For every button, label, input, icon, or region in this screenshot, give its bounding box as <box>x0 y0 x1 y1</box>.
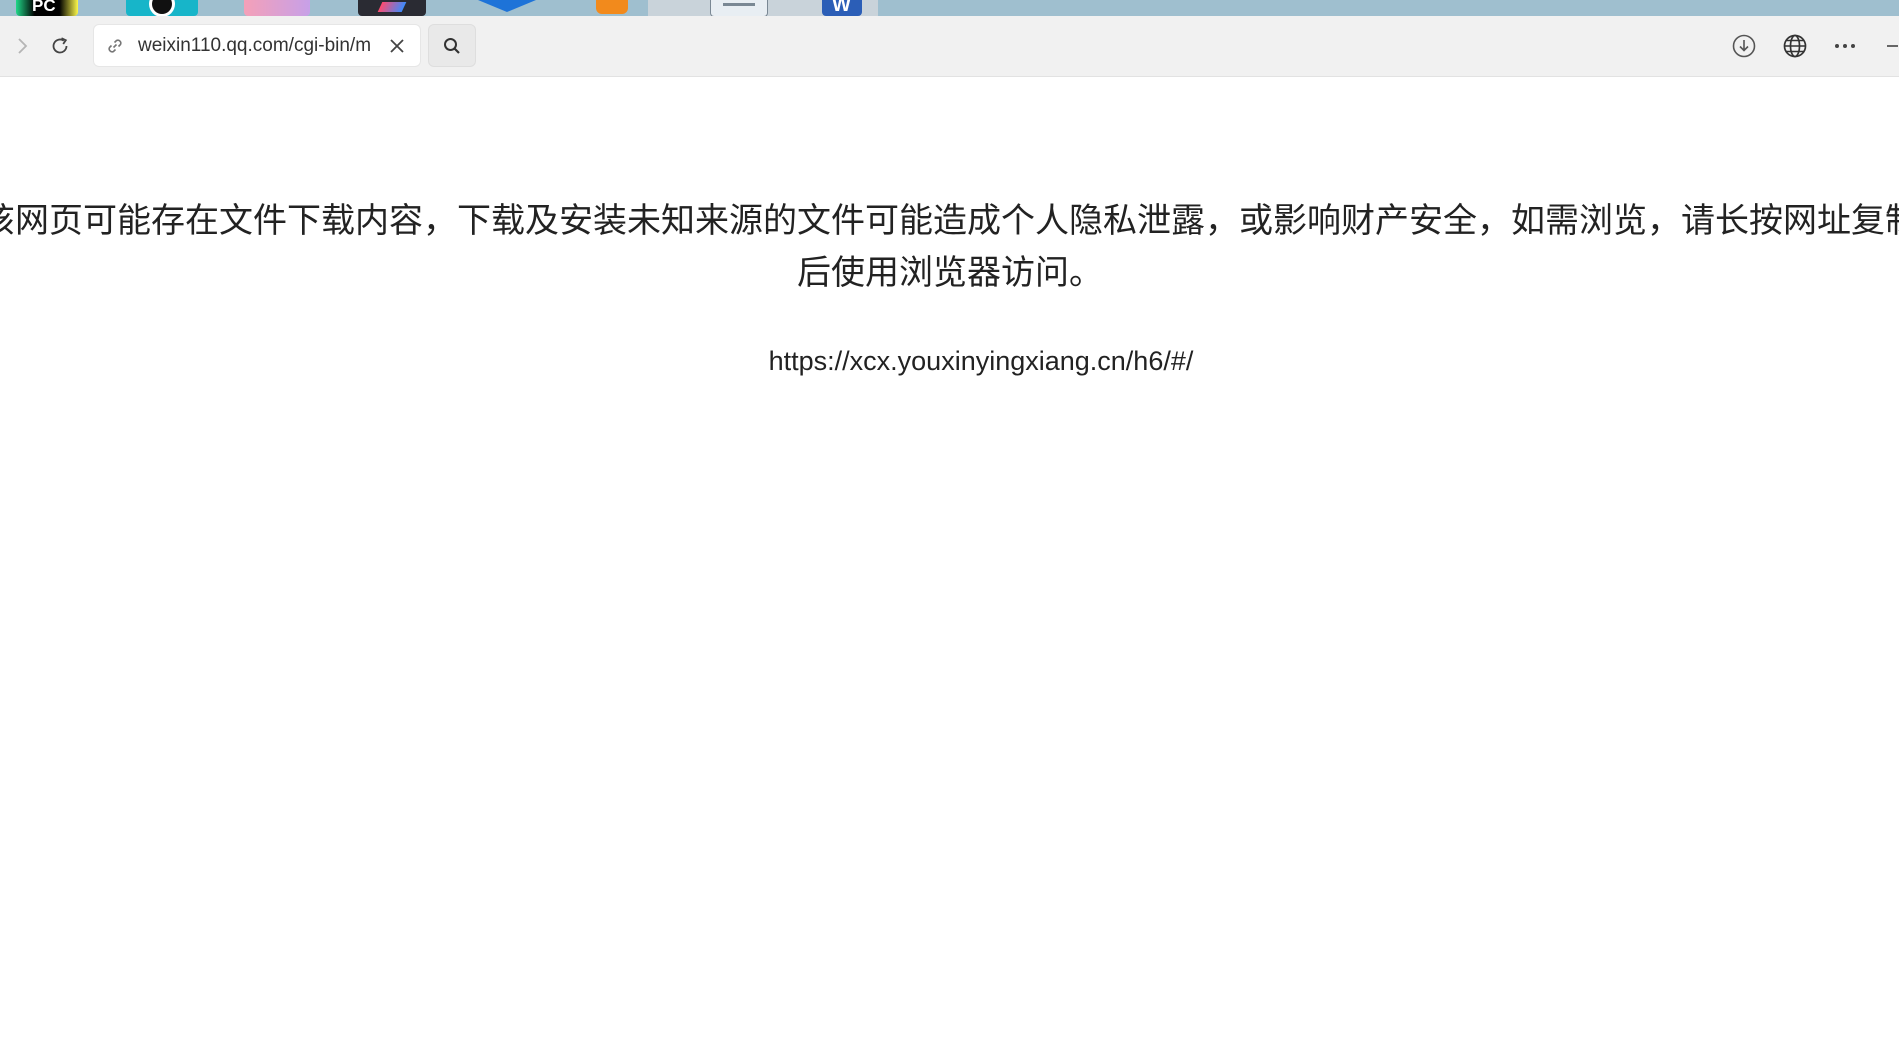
taskbar-app-orange[interactable] <box>592 0 632 16</box>
reload-icon <box>52 37 68 54</box>
more-button[interactable] <box>1829 30 1861 62</box>
address-bar[interactable]: weixin110.qq.com/cgi-bin/mmspamsupport-b… <box>93 24 421 67</box>
more-icon <box>1835 44 1855 48</box>
search-button[interactable] <box>428 24 476 67</box>
globe-button[interactable] <box>1779 30 1811 62</box>
security-warning-text: 该网页可能存在文件下载内容，下载及安装未知来源的文件可能造成个人隐私泄露，或影响… <box>0 201 1899 293</box>
browser-toolbar: weixin110.qq.com/cgi-bin/mmspamsupport-b… <box>0 16 1899 77</box>
clear-url-button[interactable] <box>384 33 410 59</box>
globe-icon <box>1783 34 1807 58</box>
taskbar-app-mail[interactable] <box>476 0 538 16</box>
download-button[interactable] <box>1728 30 1760 62</box>
reload-button[interactable] <box>44 30 76 62</box>
url-text[interactable]: weixin110.qq.com/cgi-bin/mmspamsupport-b… <box>138 25 370 66</box>
taskbar-app-pycharm[interactable]: PC <box>16 0 78 16</box>
taskbar-app-word[interactable]: W <box>822 0 862 16</box>
taskbar-app-qq[interactable] <box>126 0 198 16</box>
close-icon <box>390 39 404 53</box>
os-taskbar: PC W <box>0 0 1899 16</box>
forward-button[interactable] <box>6 30 38 62</box>
taskbar-app-ide[interactable] <box>358 0 426 16</box>
minimize-button[interactable] <box>1878 30 1899 62</box>
search-icon <box>444 37 460 54</box>
taskbar-app-notepad[interactable] <box>710 0 768 16</box>
minimize-icon <box>1887 45 1898 47</box>
chevron-right-icon <box>18 38 28 54</box>
target-url-text[interactable]: https://xcx.youxinyingxiang.cn/h6/#/ <box>0 346 1899 377</box>
pycharm-icon-label: PC <box>32 0 56 15</box>
taskbar-app-paint[interactable] <box>244 0 310 16</box>
link-icon <box>104 35 126 57</box>
page-content: 该网页可能存在文件下载内容，下载及安装未知来源的文件可能造成个人隐私泄露，或影响… <box>0 77 1899 1063</box>
download-icon <box>1732 34 1756 58</box>
word-icon-label: W <box>832 0 851 16</box>
